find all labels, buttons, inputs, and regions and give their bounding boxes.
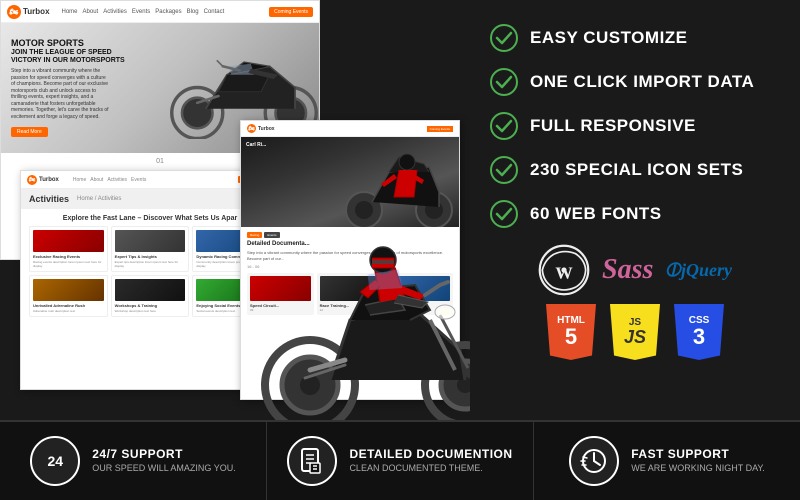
sass-logo: Sass xyxy=(602,254,653,286)
features-panel: EASY CUSTOMIZE ONE CLICK IMPORT DATA FUL… xyxy=(470,0,800,420)
mockup-nav: 🏍 Turbox Home About Activities Events Pa… xyxy=(1,1,319,23)
activity-card-5: Workshops & Training Workshop descriptio… xyxy=(111,275,190,317)
check-icon-responsive xyxy=(490,112,518,140)
document-icon xyxy=(298,447,326,475)
mockup-hero-text: MOTOR SPORTS Join the League of SpeedVic… xyxy=(11,38,125,139)
check-icon-icons xyxy=(490,156,518,184)
mockup-hero-desc: Step into a vibrant community where the … xyxy=(11,68,111,120)
css3-shield: CSS 3 xyxy=(674,304,724,360)
feature-text-responsive: FULL RESPONSIVE xyxy=(530,116,696,136)
html5-shield: HTML 5 xyxy=(546,304,596,360)
activity-img-2 xyxy=(115,230,186,252)
feature-web-fonts: 60 WEB FONTS xyxy=(490,194,780,234)
wordpress-logo: W xyxy=(538,244,590,296)
mockup-read-more-btn[interactable]: Read More xyxy=(11,127,48,137)
activity-img-5 xyxy=(115,279,186,301)
activities-logo: 🏍 Turbox xyxy=(27,175,59,185)
support-hours-text: 24 xyxy=(47,453,63,469)
activities-grid: Exclusive Racing Events Racing events de… xyxy=(29,226,271,317)
activity-desc-5: Workshop description text here xyxy=(115,309,186,313)
feature-easy-customize: EASY CUSTOMIZE xyxy=(490,18,780,58)
tech-logos-row: W Sass ⦶ jQuery xyxy=(490,244,780,296)
activity-desc-2: Expert tips description lorem ipsum text… xyxy=(115,260,186,268)
clock-icon xyxy=(580,447,608,475)
support-item: 24 24/7 SUPPORT OUR SPEED WILL AMAZING Y… xyxy=(0,422,267,500)
svg-text:W: W xyxy=(555,263,573,282)
doc-text: DETAILED DOCUMENTION CLEAN DOCUMENTED TH… xyxy=(349,447,512,475)
fast-support-title: FAST SUPPORT xyxy=(631,447,765,461)
coming-events-btn[interactable]: Coming Events xyxy=(269,7,313,17)
js-shield: JS JS xyxy=(610,304,660,360)
html5-number: 5 xyxy=(565,326,577,348)
tech-badges-row: HTML 5 JS JS CSS 3 xyxy=(490,304,780,360)
activities-sub-title: Explore the Fast Lane – Discover What Se… xyxy=(29,215,271,222)
activity-title-1: Exclusive Racing Events xyxy=(33,254,104,259)
feature-responsive: FULL RESPONSIVE xyxy=(490,106,780,146)
clock-icon-circle xyxy=(569,436,619,486)
mockup-brand: 🏍 Turbox xyxy=(7,5,50,19)
blog-nav: 🏍 Turbox Coming Events xyxy=(241,121,459,137)
check-icon-import xyxy=(490,68,518,96)
support-24-badge: 24 xyxy=(30,436,80,486)
feature-one-click: ONE CLICK IMPORT DATA xyxy=(490,62,780,102)
support-subtitle: OUR SPEED WILL AMAZING YOU. xyxy=(92,463,236,475)
bottom-bar: 24 24/7 SUPPORT OUR SPEED WILL AMAZING Y… xyxy=(0,420,800,500)
mockup-nav-links: Home About Activities Events Packages Bl… xyxy=(62,9,225,15)
activity-title-4: Unrivalled Adrenaline Rush xyxy=(33,303,104,308)
js-badge: JS JS xyxy=(610,304,660,360)
blog-logo-icon: 🏍 xyxy=(247,124,256,133)
activity-title-5: Workshops & Training xyxy=(115,303,186,308)
blog-hero-img: Carl Ri... xyxy=(241,137,459,227)
jquery-logo: ⦶ jQuery xyxy=(665,259,732,282)
doc-icon-circle xyxy=(287,436,337,486)
activity-card-1: Exclusive Racing Events Racing events de… xyxy=(29,226,108,272)
activity-card-4: Unrivalled Adrenaline Rush Adrenaline ru… xyxy=(29,275,108,317)
feature-text-icons: 230 SPECIAL ICON SETS xyxy=(530,160,743,180)
support-title: 24/7 SUPPORT xyxy=(92,447,236,461)
preview-panel: 🏍 Turbox Home About Activities Events Pa… xyxy=(0,0,470,420)
check-icon-fonts xyxy=(490,200,518,228)
fast-support-subtitle: WE ARE WORKING NIGHT DAY. xyxy=(631,463,765,475)
css3-badge: CSS 3 xyxy=(674,304,724,360)
activity-desc-4: Adrenaline rush description text xyxy=(33,309,104,313)
blog-rider-svg xyxy=(339,142,459,227)
mockup-hero-headline: Join the League of SpeedVictory in Our M… xyxy=(11,49,125,66)
feature-icon-sets: 230 SPECIAL ICON SETS xyxy=(490,150,780,190)
documentation-item: DETAILED DOCUMENTION CLEAN DOCUMENTED TH… xyxy=(267,422,534,500)
fast-support-text: FAST SUPPORT WE ARE WORKING NIGHT DAY. xyxy=(631,447,765,475)
fast-support-item: FAST SUPPORT WE ARE WORKING NIGHT DAY. xyxy=(534,422,800,500)
css3-number: 3 xyxy=(693,326,705,348)
mockup-logo-icon: 🏍 xyxy=(7,5,21,19)
doc-title: DETAILED DOCUMENTION xyxy=(349,447,512,461)
activity-img-1 xyxy=(33,230,104,252)
html5-badge: HTML 5 xyxy=(546,304,596,360)
activity-card-2: Expert Tips & Insights Expert tips descr… xyxy=(111,226,190,272)
blog-logo: 🏍 Turbox xyxy=(247,124,275,133)
activities-logo-icon: 🏍 xyxy=(27,175,37,185)
feature-text-easy: EASY CUSTOMIZE xyxy=(530,28,688,48)
js-number: JS xyxy=(624,328,646,346)
check-icon-easy xyxy=(490,24,518,52)
activity-title-2: Expert Tips & Insights xyxy=(115,254,186,259)
feature-text-fonts: 60 WEB FONTS xyxy=(530,204,662,224)
activities-nav-links: HomeAboutActivitiesEvents xyxy=(73,177,146,183)
support-text: 24/7 SUPPORT OUR SPEED WILL AMAZING YOU. xyxy=(92,447,236,475)
blog-card-title: Carl Ri... xyxy=(246,142,266,148)
doc-subtitle: CLEAN DOCUMENTED THEME. xyxy=(349,463,512,475)
big-motorcycle-overlay xyxy=(250,230,470,420)
blog-coming-btn: Coming Events xyxy=(427,126,453,132)
feature-text-import: ONE CLICK IMPORT DATA xyxy=(530,72,754,92)
activity-desc-1: Racing events description lorem ipsum te… xyxy=(33,260,104,268)
activity-img-4 xyxy=(33,279,104,301)
mockup-hero-title: MOTOR SPORTS xyxy=(11,38,125,49)
